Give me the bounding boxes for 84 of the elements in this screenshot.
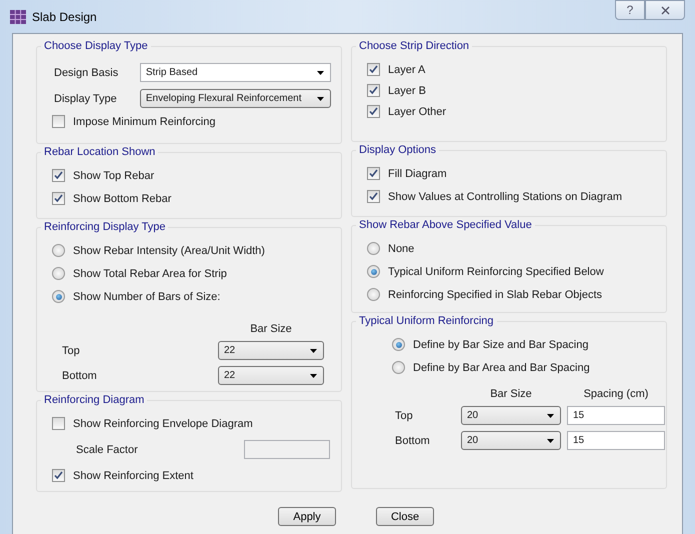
checkbox[interactable] [367,167,380,180]
checkbox[interactable] [367,84,380,97]
checkbox-label: Show Values at Controlling Stations on Diagram [388,190,622,202]
window-title: Slab Design [32,10,97,24]
caret-icon [310,374,317,378]
row-label: Top [395,410,414,422]
group-title: Rebar Location Shown [41,146,158,158]
input-field[interactable] [244,440,330,459]
check-icon [369,169,378,178]
caret-icon [317,70,324,74]
radio-button[interactable] [392,338,405,351]
radio-label: Define by Bar Area and Bar Spacing [413,362,590,374]
radio-button[interactable] [367,265,380,278]
checkbox[interactable] [367,190,380,203]
radio-button[interactable] [392,361,405,374]
radio-button[interactable] [367,242,380,255]
radio-button[interactable] [52,290,65,303]
check-icon [369,86,378,95]
radio-label: Show Number of Bars of Size: [73,290,220,302]
row-label: Bottom [62,370,98,382]
checkbox-label: Show Bottom Rebar [73,192,172,204]
checkbox-label: Layer A [388,64,426,76]
close-icon [660,6,670,14]
dialog-button[interactable]: Close [376,507,434,526]
radio-button[interactable] [52,267,65,280]
checkbox-label: Fill Diagram [388,168,447,180]
check-icon [369,107,378,116]
bar-size-dropdown[interactable]: 20 [461,431,561,450]
check-icon [369,192,378,201]
checkbox[interactable] [52,469,65,482]
checkbox[interactable] [367,105,380,118]
app-icon [10,10,26,24]
column-header: Bar Size [249,323,293,335]
radio-label: Reinforcing Specified in Slab Rebar Objects [388,288,602,300]
column-header: Bar Size [489,388,533,400]
group-title: Reinforcing Diagram [41,394,148,406]
radio-button[interactable] [367,288,380,301]
caret-icon [310,348,317,352]
checkbox-label: Show Top Rebar [73,170,154,182]
field-label: Display Type [54,92,118,104]
radio-label: Define by Bar Size and Bar Spacing [413,338,588,350]
group-title: Show Rebar Above Specified Value [356,219,535,231]
field-label: Scale Factor [76,444,139,456]
checkbox-label: Layer B [388,84,426,96]
dropdown[interactable]: Enveloping Flexural Reinforcement [140,89,331,108]
check-icon [369,65,378,74]
checkbox-label: Show Reinforcing Envelope Diagram [73,418,253,430]
row-label: Top [62,344,81,356]
group-title: Choose Display Type [41,40,151,52]
radio-label: None [388,242,414,254]
checkbox-label: Show Reinforcing Extent [73,470,194,482]
checkbox-label: Layer Other [388,106,446,118]
checkbox[interactable] [52,169,65,182]
bar-size-dropdown[interactable]: 22 [218,341,324,360]
checkbox[interactable] [367,63,380,76]
checkbox-label: Impose Minimum Reinforcing [73,116,216,128]
bar-size-dropdown[interactable]: 22 [218,366,324,385]
checkbox[interactable] [52,417,65,430]
caret-icon [547,414,554,418]
group-title: Reinforcing Display Type [41,221,168,233]
caret-icon [317,96,324,100]
group-title: Typical Uniform Reinforcing [356,315,496,327]
check-icon [54,194,63,203]
check-icon [54,171,63,180]
caret-icon [547,438,554,442]
radio-label: Typical Uniform Reinforcing Specified Below [388,266,604,278]
check-icon [54,471,63,480]
field-label: Design Basis [54,66,120,78]
checkbox[interactable] [52,192,65,205]
column-header: Spacing (cm) [582,388,650,400]
checkbox[interactable] [52,115,65,128]
spacing-field[interactable]: 15 [567,431,665,450]
group-title: Display Options [356,144,440,156]
close-button[interactable] [645,0,685,20]
radio-label: Show Rebar Intensity (Area/Unit Width) [73,244,265,256]
row-label: Bottom [395,434,431,446]
dialog-button[interactable]: Apply [278,507,336,526]
radio-label: Show Total Rebar Area for Strip [73,268,227,280]
radio-button[interactable] [52,244,65,257]
bar-size-dropdown[interactable]: 20 [461,406,561,425]
spacing-field[interactable]: 15 [567,406,665,425]
help-button[interactable]: ? [615,0,645,20]
group-title: Choose Strip Direction [356,40,472,52]
dropdown[interactable]: Strip Based [140,63,331,82]
